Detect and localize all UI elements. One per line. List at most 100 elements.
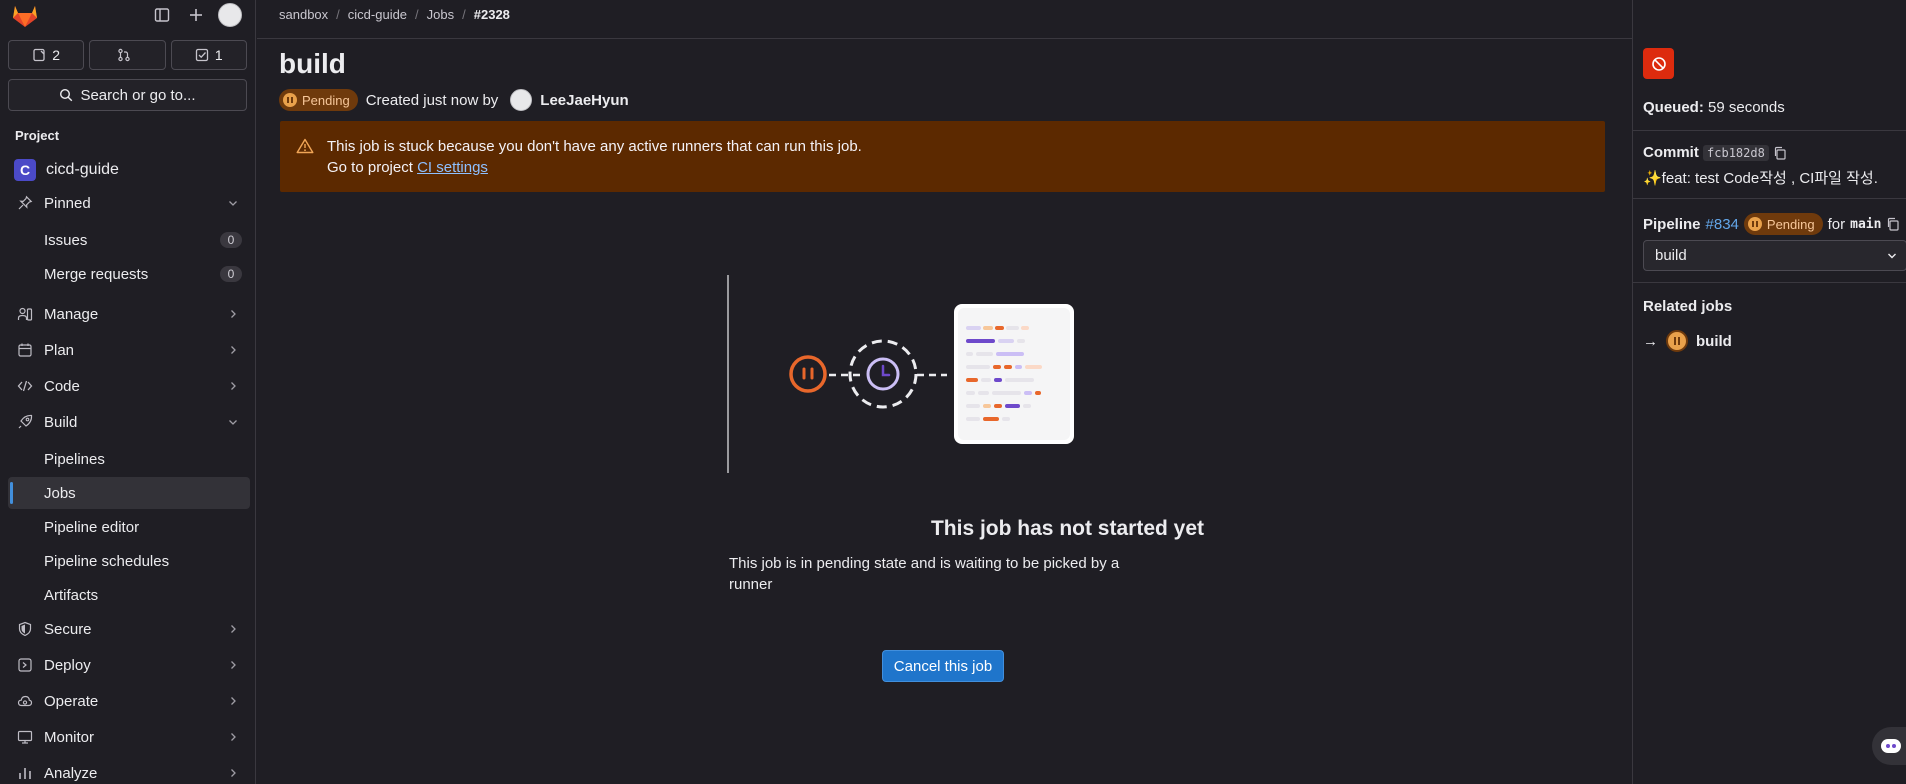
section-label: Project xyxy=(15,128,60,143)
sidebar-item-label: Jobs xyxy=(44,485,76,502)
sidebar-item-operate[interactable]: Operate xyxy=(8,685,250,717)
alert-message: This job is stuck because you don't have… xyxy=(327,138,862,155)
chevron-down-icon xyxy=(1888,253,1896,259)
breadcrumb-project[interactable]: cicd-guide xyxy=(348,7,407,22)
sidebar-item-pipelines[interactable]: Pipelines xyxy=(8,443,250,475)
job-sidebar: Queued: 59 seconds Commit fcb182d8 ✨feat… xyxy=(1632,0,1906,784)
pipeline-status-badge[interactable]: Pending xyxy=(1743,213,1823,235)
sidebar-item-pipeline-schedules[interactable]: Pipeline schedules xyxy=(8,545,250,577)
chevron-right-icon xyxy=(231,733,236,741)
commit-sha[interactable]: fcb182d8 xyxy=(1703,145,1769,161)
pending-status-icon xyxy=(283,93,297,107)
arrow-right-icon: → xyxy=(1643,332,1658,350)
users-icon xyxy=(16,305,34,323)
divider xyxy=(1633,198,1906,199)
sidebar-item-artifacts[interactable]: Artifacts xyxy=(8,579,250,611)
empty-state-description: This job is in pending state and is wait… xyxy=(729,555,1120,593)
pipeline-label: Pipeline xyxy=(1643,215,1701,233)
issues-count-badge: 0 xyxy=(220,232,242,248)
pending-status-icon xyxy=(1747,217,1762,231)
breadcrumb-sandbox[interactable]: sandbox xyxy=(279,7,328,22)
breadcrumb-jobs[interactable]: Jobs xyxy=(427,7,454,22)
project-link[interactable]: C cicd-guide xyxy=(8,158,248,182)
sidebar: 2 1 Search or go to... Project C cicd-gu… xyxy=(0,0,256,784)
related-job-item[interactable]: → build xyxy=(1643,330,1732,352)
page-title: build xyxy=(279,48,346,79)
breadcrumb-job-id[interactable]: #2328 xyxy=(474,7,510,22)
sidebar-item-monitor[interactable]: Monitor xyxy=(8,721,250,753)
pipeline-row: Pipeline #834 Pending for main xyxy=(1643,213,1900,235)
gitlab-logo-icon[interactable] xyxy=(11,2,39,28)
cancel-job-icon-button[interactable] xyxy=(1643,48,1674,79)
todo-icon xyxy=(195,48,209,62)
pending-job-illustration xyxy=(727,275,1074,473)
issues-count: 2 xyxy=(52,47,61,63)
cancel-job-button[interactable]: Cancel this job xyxy=(882,650,1004,682)
sidebar-item-build[interactable]: Build xyxy=(8,406,250,438)
issues-counter-button[interactable]: 2 xyxy=(8,40,85,70)
plus-icon[interactable] xyxy=(185,4,207,26)
alert-settings-line: Go to project CI settings xyxy=(327,159,488,176)
sidebar-item-label: Issues xyxy=(44,232,88,249)
copy-icon[interactable] xyxy=(1886,217,1900,231)
sidebar-item-pipeline-editor[interactable]: Pipeline editor xyxy=(8,511,250,543)
pipeline-link[interactable]: #834 xyxy=(1706,216,1739,233)
queued-value: 59 seconds xyxy=(1708,99,1785,116)
search-icon xyxy=(60,88,73,102)
ci-settings-link[interactable]: CI settings xyxy=(417,159,488,176)
duo-chat-button[interactable] xyxy=(1872,727,1906,765)
pipeline-ref[interactable]: main xyxy=(1850,217,1881,232)
user-avatar[interactable] xyxy=(218,3,242,27)
sidebar-item-analyze[interactable]: Analyze xyxy=(8,757,250,784)
breadcrumb-separator: / xyxy=(336,7,340,22)
sidebar-top-row xyxy=(0,0,256,30)
divider xyxy=(1633,130,1906,131)
monitor-icon xyxy=(16,728,34,746)
warning-icon xyxy=(296,138,314,154)
sidebar-item-code[interactable]: Code xyxy=(8,370,250,402)
sidebar-item-merge-requests[interactable]: Merge requests 0 xyxy=(8,258,250,290)
chart-icon xyxy=(16,764,34,782)
sidebar-item-label: Merge requests xyxy=(44,266,149,283)
sidebar-item-label: Pipeline editor xyxy=(44,519,140,536)
sidebar-item-label: Monitor xyxy=(44,729,95,746)
sidebar-toggle-icon[interactable] xyxy=(151,4,173,26)
breadcrumb: sandbox / cicd-guide / Jobs / #2328 xyxy=(279,7,510,22)
code-icon xyxy=(16,377,34,395)
sidebar-item-label: Pipelines xyxy=(44,451,105,468)
pipeline-for-text: for xyxy=(1827,215,1846,233)
chat-bot-icon xyxy=(1881,739,1901,753)
related-jobs-title: Related jobs xyxy=(1643,298,1733,315)
status-badge[interactable]: Pending xyxy=(279,89,358,111)
author-avatar[interactable] xyxy=(510,89,533,111)
cancel-icon xyxy=(1651,56,1666,71)
job-meta: Pending Created just now by LeeJaeHyun xyxy=(279,88,629,112)
sidebar-item-pinned[interactable]: Pinned xyxy=(8,187,250,219)
search-button[interactable]: Search or go to... xyxy=(8,79,247,111)
sidebar-item-label: Code xyxy=(44,378,80,395)
breadcrumb-separator: / xyxy=(462,7,466,22)
sidebar-item-manage[interactable]: Manage xyxy=(8,298,250,330)
project-name: cicd-guide xyxy=(46,161,119,178)
sidebar-item-label: Artifacts xyxy=(44,587,99,604)
counters-row: 2 1 xyxy=(8,40,247,70)
empty-state-title: This job has not started yet xyxy=(930,517,1205,540)
sidebar-item-plan[interactable]: Plan xyxy=(8,334,250,366)
author-name[interactable]: LeeJaeHyun xyxy=(540,92,628,109)
pin-icon xyxy=(16,194,34,212)
sidebar-item-deploy[interactable]: Deploy xyxy=(8,649,250,681)
sidebar-item-label: Plan xyxy=(44,342,75,359)
alert-settings-prefix: Go to project xyxy=(327,159,413,176)
commit-message[interactable]: ✨feat: test Code작성 , CI파일 작성. xyxy=(1643,167,1878,188)
sidebar-item-issues[interactable]: Issues 0 xyxy=(8,224,250,256)
created-text: Created just now by xyxy=(365,91,499,109)
stage-dropdown[interactable]: build xyxy=(1643,240,1906,271)
sidebar-item-jobs[interactable]: Jobs xyxy=(8,477,250,509)
sidebar-item-label: Manage xyxy=(44,306,99,323)
merge-requests-counter-button[interactable] xyxy=(89,40,166,70)
todos-counter-button[interactable]: 1 xyxy=(170,40,247,70)
shield-icon xyxy=(16,620,34,638)
sidebar-item-secure[interactable]: Secure xyxy=(8,613,250,645)
status-badge-label: Pending xyxy=(302,92,350,108)
copy-icon[interactable] xyxy=(1773,146,1787,160)
